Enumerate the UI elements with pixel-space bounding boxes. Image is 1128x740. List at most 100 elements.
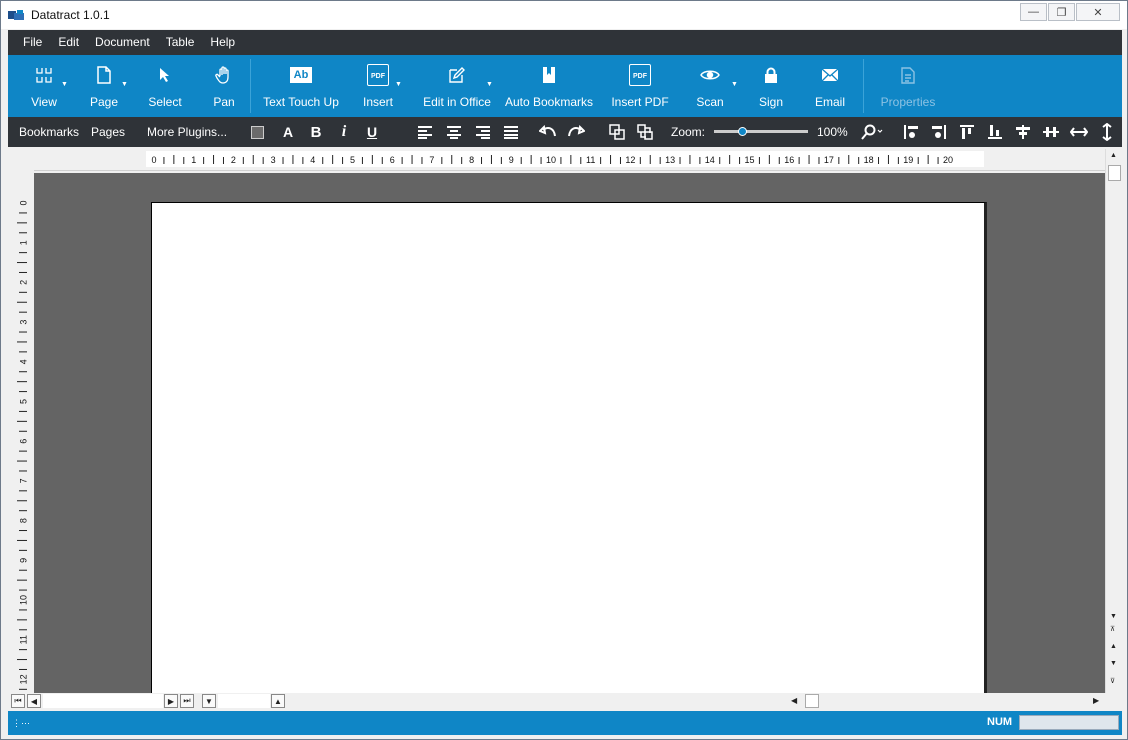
first-icon[interactable]: ⏮ <box>11 694 25 708</box>
close-icon[interactable]: ✕ <box>1076 3 1120 21</box>
document-canvas[interactable] <box>34 173 1105 693</box>
page-dropdown-icon[interactable]: ▼ <box>121 81 128 88</box>
page-up-icon[interactable]: ▲ <box>271 694 285 708</box>
pages-tab[interactable]: Pages <box>91 125 125 139</box>
auto-bookmarks-button[interactable]: Auto Bookmarks <box>505 55 593 117</box>
menu-document[interactable]: Document <box>87 30 158 55</box>
align-justify-icon[interactable] <box>503 125 519 139</box>
page-button[interactable]: Page ▼ <box>86 55 128 117</box>
scan-dropdown-icon[interactable]: ▼ <box>731 81 738 88</box>
vertical-scroll-thumb[interactable] <box>1108 165 1121 181</box>
last-icon[interactable]: ⏭ <box>180 694 194 708</box>
menu-table[interactable]: Table <box>158 30 203 55</box>
vertical-scrollbar[interactable]: ▲ ▼ ⊼ ▲ ▼ ⊽ <box>1105 149 1122 693</box>
height-arrow-icon[interactable] <box>1101 123 1113 141</box>
ruler-label: 4 <box>310 155 315 165</box>
zoom-slider[interactable] <box>714 127 808 136</box>
pan-button[interactable]: Pan <box>206 55 242 117</box>
properties-label: Properties <box>880 95 936 109</box>
align-top-left-icon[interactable] <box>903 124 919 140</box>
menu-help[interactable]: Help <box>202 30 243 55</box>
menu-file[interactable]: File <box>15 30 50 55</box>
ruler-label: 6 <box>390 155 395 165</box>
horizontal-ruler-ticks: 0 1 2 3 4 5 6 7 8 9 10 11 12 13 14 15 16 17 18 19 20 <box>146 151 984 167</box>
view-dropdown-icon[interactable]: ▼ <box>61 81 68 88</box>
align-middle-icon[interactable] <box>1015 124 1031 140</box>
scan-label: Scan <box>696 95 724 109</box>
scan-button[interactable]: Scan ▼ <box>694 55 738 117</box>
edit-in-office-button[interactable]: Edit in Office ▼ <box>422 55 493 117</box>
ruler-label: 2 <box>231 155 236 165</box>
ruler-label: 9 <box>18 558 28 563</box>
select-button[interactable]: Select <box>145 55 185 117</box>
ruler-label: 7 <box>18 478 28 483</box>
align-bottom-icon[interactable] <box>987 124 1003 140</box>
scroll-left-icon[interactable]: ◀ <box>791 696 797 705</box>
restore-icon[interactable]: ❐ <box>1048 3 1075 21</box>
insert-button[interactable]: PDF Insert ▼ <box>358 55 402 117</box>
page-select-field[interactable] <box>218 694 270 708</box>
view-button[interactable]: View ▼ <box>26 55 68 117</box>
ruler-label: 14 <box>705 155 715 165</box>
redo-icon[interactable] <box>567 125 585 139</box>
zoom-slider-thumb[interactable] <box>738 127 748 136</box>
ruler-label: 17 <box>824 155 834 165</box>
document-page[interactable] <box>151 202 987 693</box>
ruler-label: 15 <box>744 155 754 165</box>
ruler-label: 7 <box>429 155 434 165</box>
zoom-search-icon[interactable] <box>857 123 887 141</box>
resize-grip-icon: ⋮⋯ <box>12 718 30 728</box>
page-dropdown-icon[interactable]: ▼ <box>202 694 216 708</box>
edit-in-office-label: Edit in Office <box>423 95 491 109</box>
color-swatch[interactable] <box>250 125 264 139</box>
ribbon-separator <box>250 59 251 113</box>
scroll-right-icon[interactable]: ▶ <box>1093 696 1099 705</box>
email-button[interactable]: Email <box>814 55 846 117</box>
undo-icon[interactable] <box>539 125 557 139</box>
previous-page-icon[interactable]: ▲ <box>1110 643 1117 650</box>
more-plugins-button[interactable]: More Plugins... <box>147 125 227 139</box>
send-backward-icon[interactable] <box>637 124 653 140</box>
minimize-icon[interactable]: — <box>1020 3 1047 21</box>
select-label: Select <box>148 95 182 109</box>
first-page-icon[interactable]: ⊼ <box>1110 625 1115 633</box>
edit-in-office-dropdown-icon[interactable]: ▼ <box>486 81 493 88</box>
last-page-icon[interactable]: ⊽ <box>1110 677 1115 685</box>
app-window: Datatract 1.0.1 — ❐ ✕ File Edit Document… <box>0 0 1128 740</box>
italic-button[interactable]: i <box>334 123 354 141</box>
ribbon-toolbar: View ▼ Page ▼ Select Pan Ab Text Touch U… <box>8 55 1122 117</box>
email-icon <box>821 68 839 82</box>
insert-dropdown-icon[interactable]: ▼ <box>395 81 402 88</box>
horizontal-scroll-thumb[interactable] <box>805 694 819 708</box>
view-icon <box>36 68 52 83</box>
align-center-icon[interactable] <box>446 125 462 139</box>
align-bottom-right-icon[interactable] <box>931 124 947 140</box>
title-bar: Datatract 1.0.1 — ❐ ✕ <box>1 1 1127 29</box>
next-page-icon[interactable]: ▼ <box>1110 660 1117 667</box>
bring-forward-icon[interactable] <box>609 124 625 140</box>
properties-button[interactable]: Properties <box>878 55 938 117</box>
sign-button[interactable]: Sign <box>756 55 786 117</box>
bookmarks-tab[interactable]: Bookmarks <box>19 125 79 139</box>
align-left-icon[interactable] <box>417 125 433 139</box>
zoom-value: 100% <box>817 125 848 139</box>
next-icon[interactable]: ▶ <box>164 694 178 708</box>
scroll-up-icon[interactable]: ▲ <box>1110 152 1117 159</box>
num-lock-indicator: NUM <box>987 716 1013 728</box>
underline-button[interactable]: U <box>362 123 382 141</box>
font-size-icon[interactable]: A <box>278 123 298 141</box>
page-number-field[interactable] <box>43 694 163 708</box>
text-touch-up-button[interactable]: Ab Text Touch Up <box>261 55 341 117</box>
format-toolbar: Bookmarks Pages More Plugins... A B i U … <box>8 117 1122 147</box>
insert-pdf-button[interactable]: PDF Insert PDF <box>611 55 669 117</box>
distribute-horizontal-icon[interactable] <box>1042 124 1060 140</box>
width-arrow-icon[interactable] <box>1070 126 1088 138</box>
bold-button[interactable]: B <box>306 123 326 141</box>
scroll-down-icon[interactable]: ▼ <box>1110 613 1117 620</box>
menu-edit[interactable]: Edit <box>50 30 87 55</box>
window-title: Datatract 1.0.1 <box>31 8 110 22</box>
align-top-icon[interactable] <box>959 124 975 140</box>
status-bar: ⋮⋯ NUM <box>8 711 1122 735</box>
prev-icon[interactable]: ◀ <box>27 694 41 708</box>
align-right-icon[interactable] <box>475 125 491 139</box>
